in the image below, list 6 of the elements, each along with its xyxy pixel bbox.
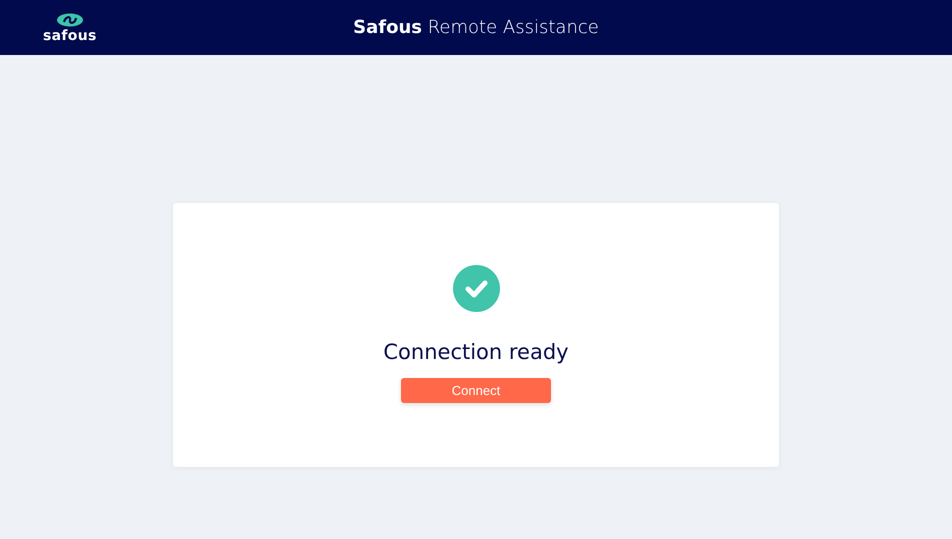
app-title: Safous Remote Assistance bbox=[353, 17, 599, 38]
connect-button[interactable]: Connect bbox=[401, 378, 551, 403]
status-heading: Connection ready bbox=[383, 340, 569, 364]
check-icon bbox=[452, 265, 500, 312]
logo-text: safous bbox=[43, 28, 97, 42]
logo-icon bbox=[56, 12, 84, 26]
